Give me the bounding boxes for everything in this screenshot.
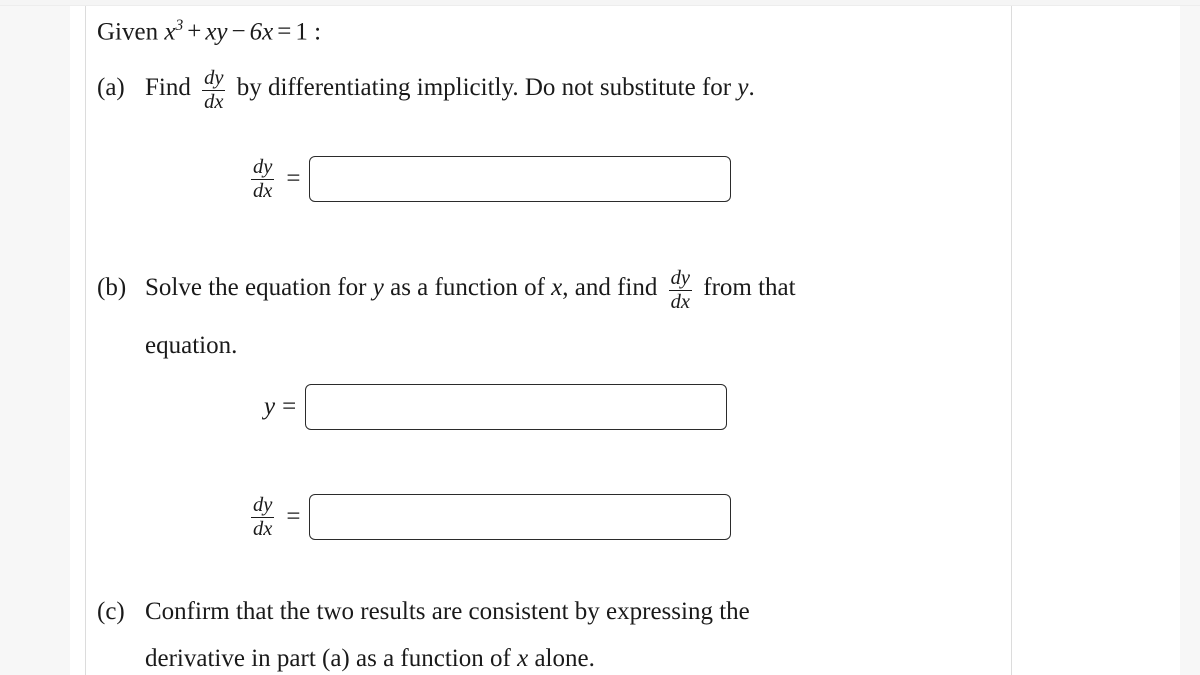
given-rhs: 1 [295,18,308,46]
answer-2-equals: = [282,393,297,420]
part-b-text-before-frac: , and find [562,273,658,301]
answer-3-fraction-numerator: dy [253,493,273,516]
answer-1-fraction-denominator: dx [251,178,275,202]
part-a-fraction-numerator: dy [204,67,224,89]
answer-3-equals: = [286,503,301,530]
answer-row-dydx-implicit: dy dx = [246,155,732,202]
part-c-line2-before-var: derivative in part (a) as a function of [145,644,511,672]
answer-1-fraction: dy dx [251,155,275,202]
part-c: (c) Confirm that the two results are cons… [97,598,1007,673]
part-b-var-x: x [551,273,563,301]
answer-row-dydx-explicit: dy dx = [246,493,732,540]
answer-2-variable: y [264,393,276,420]
part-c-row: (c) Confirm that the two results are cons… [97,598,1007,626]
answer-3-fraction-denominator: dx [251,516,275,540]
answer-3-label: dy dx = [246,493,309,540]
part-a-fraction-denominator: dx [202,89,226,113]
answer-1-label: dy dx = [246,155,309,202]
given-prefix: Given [97,18,159,46]
part-a-fraction: dy dx [202,67,226,113]
part-c-line2-var: x [517,644,529,672]
part-c-line2-after-var: alone. [534,644,595,672]
part-a-row: (a) Find dy dx by differentiating implici… [97,68,1007,113]
part-b-continuation: equation. [145,331,238,359]
given-term-xy: xy [205,18,228,46]
answer-3-fraction: dy dx [251,493,275,540]
part-b-fraction: dy dx [668,267,692,313]
given-term-6x: 6x [249,18,274,46]
answer-1-equals: = [286,165,301,192]
part-a-trailing-punct: . [748,73,755,101]
part-b-fraction-denominator: dx [668,289,692,313]
part-b-text-before-var: Solve the equation for [145,273,367,301]
given-equals: = [277,18,292,46]
part-a-label: (a) [97,73,125,101]
part-c-line2: derivative in part (a) as a function of … [97,645,1007,673]
given-colon: : [314,18,322,46]
part-a-trailing-var: y [737,73,749,101]
part-b-row: (b) Solve the equation for y as a functio… [97,268,1007,313]
right-page-rail [1180,6,1200,675]
answer-input-dydx-explicit[interactable] [309,494,732,540]
part-b-text-middle: as a function of [390,273,545,301]
part-c-line1: Confirm that the two results are consist… [145,598,750,625]
answer-2-label: y = [264,393,305,421]
part-b-text-after-frac: from that [703,273,796,301]
part-b-fraction-numerator: dy [670,267,690,289]
left-page-rail [0,6,70,675]
answer-row-y-explicit: y = [264,384,728,430]
given-equation: Given x3 + xy −6x = 1 : [97,17,322,46]
quiz-screen: Given x3 + xy −6x = 1 : (a) Find dy dx by diff… [0,0,1200,675]
given-lhs-base: x [164,18,176,46]
part-c-label: (c) [97,598,125,625]
part-b-var-y: y [372,273,384,301]
given-plus: + [187,18,202,46]
answer-1-fraction-numerator: dy [253,155,273,178]
part-a-text-before: Find [145,73,191,101]
part-a: (a) Find dy dx by differentiating implici… [97,68,1007,113]
given-minus: − [231,18,246,46]
part-a-text-after: by differentiating implicitly. Do not su… [236,73,732,101]
answer-input-y-explicit[interactable] [305,384,728,430]
answer-input-dydx-implicit[interactable] [309,156,732,202]
problem-card: Given x3 + xy −6x = 1 : (a) Find dy dx by diff… [85,6,1012,675]
part-b: (b) Solve the equation for y as a functio… [97,268,1007,360]
part-b-label: (b) [97,273,127,301]
